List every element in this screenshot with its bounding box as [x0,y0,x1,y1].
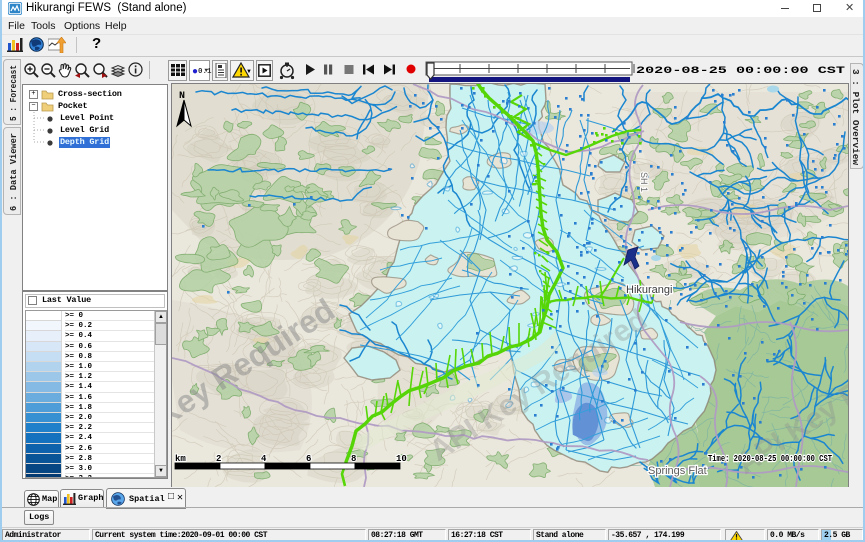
svg-text:2020-08-25 00:00:00 CST: 2020-08-25 00:00:00 CST [636,65,845,77]
svg-text:5 : Forecast: 5 : Forecast [9,65,19,121]
svg-text:Hikurangi: Hikurangi [626,284,672,296]
svg-text:10: 10 [396,454,407,464]
svg-text:SH 1: SH 1 [639,172,649,192]
svg-text:km: km [175,454,186,464]
svg-text:8: 8 [351,454,356,464]
svg-text:6 : Data Viewer: 6 : Data Viewer [9,133,19,211]
svg-text:Time: 2020-08-25 00:00:00 CST: Time: 2020-08-25 00:00:00 CST [708,453,832,464]
svg-text:3 : Plot Overview: 3 : Plot Overview [851,69,860,166]
svg-text:6: 6 [306,454,311,464]
svg-text:4: 4 [261,454,267,464]
svg-text:2: 2 [216,454,221,464]
svg-text:Springs Flat: Springs Flat [648,465,707,477]
